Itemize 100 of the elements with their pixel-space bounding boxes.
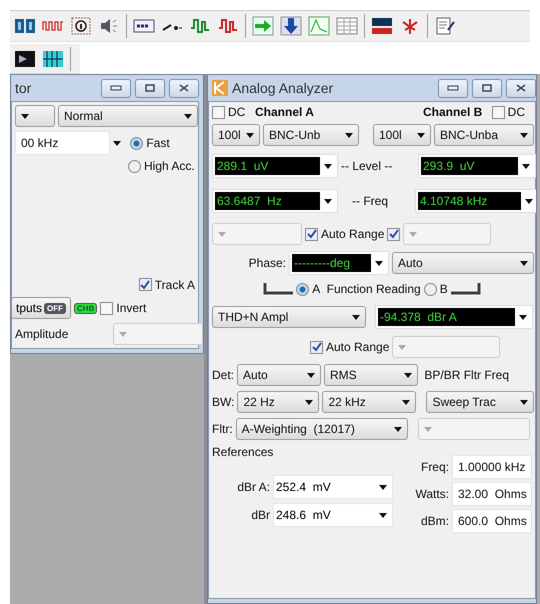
reference-field[interactable]: 32.00 Ohms xyxy=(452,482,532,506)
caret-icon xyxy=(417,132,425,138)
dropdown[interactable]: 22 kHz xyxy=(322,391,416,413)
bandwidth-label: BW: xyxy=(212,395,234,409)
pulse-out-icon[interactable] xyxy=(189,16,211,36)
reference-field[interactable]: 1.00000 kHz xyxy=(452,455,532,479)
radio-button[interactable] xyxy=(424,282,437,296)
dropdown[interactable]: Auto xyxy=(392,252,534,274)
minimize-button[interactable] xyxy=(101,78,131,98)
info-icon[interactable] xyxy=(70,16,92,36)
caret-icon xyxy=(525,198,533,204)
caret-icon xyxy=(522,164,530,168)
reading-dropdown[interactable]: -94.378 dBr A xyxy=(375,305,533,329)
dropdown[interactable] xyxy=(15,105,55,127)
checkbox-label: DC xyxy=(508,105,525,119)
pulse-in-icon[interactable] xyxy=(217,16,239,36)
film-icon[interactable] xyxy=(14,48,36,68)
dropdown[interactable]: A-Weighting (12017) xyxy=(236,418,408,440)
reading-dropdown[interactable]: 4.10748 kHz xyxy=(415,189,536,213)
dropdown[interactable]: THD+N Ampl xyxy=(212,306,366,328)
reading-dropdown[interactable]: 63.6487 Hz xyxy=(212,189,338,213)
checkbox[interactable] xyxy=(305,228,318,240)
caret-icon xyxy=(21,114,29,118)
caret-icon xyxy=(324,198,332,204)
off-badge: OFF xyxy=(44,302,66,314)
radio-label: B xyxy=(440,282,448,296)
caret-icon xyxy=(394,426,402,432)
arrow-right-icon[interactable] xyxy=(252,16,274,36)
amplitude-label: Amplitude xyxy=(15,327,70,341)
checkbox[interactable] xyxy=(212,106,225,118)
freq-label: -- Freq xyxy=(352,194,389,208)
function-reading-label: Function Reading xyxy=(326,282,421,296)
grid-icon[interactable] xyxy=(42,48,64,68)
checkbox[interactable] xyxy=(138,278,152,292)
dropdown[interactable]: Sweep Trac xyxy=(426,391,534,413)
table-icon[interactable] xyxy=(336,16,358,36)
caret-icon xyxy=(424,426,432,432)
maximize-button[interactable] xyxy=(135,78,165,98)
channel-label: Channel B xyxy=(422,105,482,119)
caret-icon xyxy=(404,372,412,378)
radio-button[interactable] xyxy=(296,282,310,296)
caret-icon xyxy=(375,260,383,266)
caret-icon xyxy=(520,132,528,138)
reference-dropdown[interactable]: 248.6 mV xyxy=(273,503,393,527)
close-button[interactable] xyxy=(169,78,199,98)
channel-label: Channel A xyxy=(254,105,314,119)
reference-dropdown[interactable]: 252.4 mV xyxy=(273,475,393,499)
close-icon xyxy=(516,84,526,92)
arrow-down-icon[interactable] xyxy=(280,16,302,36)
caret-icon xyxy=(184,114,192,118)
split-squares-icon[interactable] xyxy=(14,16,36,36)
document-edit-icon[interactable] xyxy=(434,16,456,36)
detector-label: Det: xyxy=(212,368,234,382)
radio-button[interactable] xyxy=(130,136,144,150)
maximize-icon xyxy=(145,84,155,92)
checkbox[interactable] xyxy=(387,228,400,240)
caret-icon xyxy=(305,400,314,404)
graph-icon[interactable] xyxy=(308,16,330,36)
checkbox[interactable] xyxy=(100,302,114,314)
reference-label: dBr xyxy=(250,508,270,522)
maximize-button[interactable] xyxy=(472,78,502,98)
frequency-dropdown[interactable]: 00 kHz xyxy=(15,131,110,155)
caret-icon xyxy=(519,314,527,320)
reading-dropdown[interactable]: 293.9 uV xyxy=(418,154,536,178)
minimize-button[interactable] xyxy=(438,78,468,98)
radio-label: High Acc. xyxy=(144,159,195,174)
dropdown[interactable]: BNC-Unb xyxy=(263,124,359,146)
caret-icon xyxy=(520,260,528,266)
checkbox[interactable] xyxy=(492,106,505,118)
references-label: References xyxy=(212,445,274,459)
reading-dropdown[interactable]: ---------deg xyxy=(289,251,389,275)
caret-icon xyxy=(398,344,406,350)
reading-dropdown[interactable]: 289.1 uV xyxy=(212,154,338,178)
reference-label: dBm: xyxy=(420,514,449,528)
level-label: -- Level -- xyxy=(341,159,394,173)
caret-icon xyxy=(520,400,528,404)
dropdown[interactable]: BNC-Unba xyxy=(434,124,534,146)
dropdown[interactable]: Auto xyxy=(237,364,322,386)
caret-icon xyxy=(307,372,316,378)
dropdown[interactable]: 100l xyxy=(212,124,260,146)
dropdown[interactable]: RMS xyxy=(324,364,418,386)
reference-label: dBr A: xyxy=(236,480,270,494)
reference-label: Watts: xyxy=(414,487,449,501)
reference-field[interactable]: 600.0 Ohms xyxy=(452,509,532,533)
caret-icon xyxy=(345,132,353,138)
checkbox-label: Auto Range xyxy=(321,227,384,241)
caret-icon xyxy=(402,400,410,404)
dropdown[interactable]: Normal xyxy=(58,105,198,127)
checkbox[interactable] xyxy=(310,340,323,354)
close-button[interactable] xyxy=(506,78,536,98)
caret-icon xyxy=(119,332,127,336)
radio-button[interactable] xyxy=(128,160,141,173)
close-icon xyxy=(179,84,189,92)
speaker-icon[interactable] xyxy=(98,16,120,36)
radio-label: A xyxy=(312,282,320,296)
filter-label: Fltr: xyxy=(212,422,233,436)
dropdown[interactable]: 22 Hz xyxy=(237,391,320,413)
dropdown[interactable]: 100l xyxy=(373,124,431,146)
outputs-button[interactable]: tputs OFF xyxy=(11,297,72,319)
caret-icon xyxy=(218,232,226,236)
